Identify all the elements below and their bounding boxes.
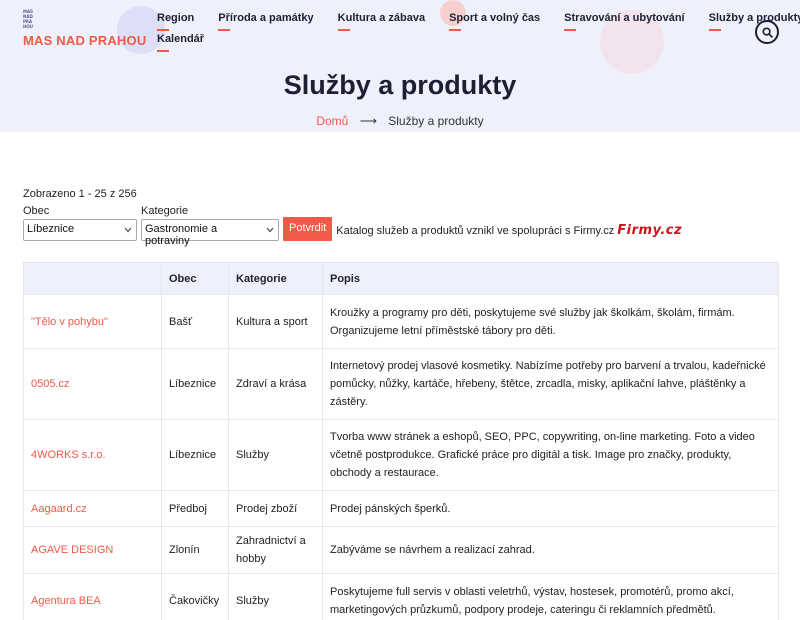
nav-item-region[interactable]: Region bbox=[157, 12, 194, 31]
filter-kategorie: Kategorie Gastronomie a potraviny bbox=[141, 205, 279, 247]
cell-kategorie: Zdraví a krása bbox=[228, 348, 323, 420]
header-obec: Obec bbox=[161, 262, 229, 295]
site-logo[interactable]: MAS NAD PRA HOU MAS NAD PRAHOU bbox=[23, 9, 147, 49]
header-popis: Popis bbox=[322, 262, 779, 295]
table-header-row: Obec Kategorie Popis bbox=[23, 262, 779, 295]
company-link[interactable]: Aagaard.cz bbox=[23, 490, 162, 527]
nav-item-sport[interactable]: Sport a volný čas bbox=[449, 12, 540, 31]
chevron-down-icon bbox=[124, 227, 132, 233]
results-table-wrapper: Obec Kategorie Popis "Tělo v pohybu" Baš… bbox=[23, 262, 779, 620]
nav-item-kalendar[interactable]: Kalendář bbox=[157, 33, 204, 52]
cell-kategorie: Zahradnictví a hobby bbox=[228, 526, 323, 574]
chevron-down-icon bbox=[266, 227, 274, 233]
cell-kategorie: Kultura a sport bbox=[228, 294, 323, 349]
search-button[interactable] bbox=[755, 20, 779, 44]
company-link[interactable]: "Tělo v pohybu" bbox=[23, 294, 162, 349]
filter-kategorie-label: Kategorie bbox=[141, 205, 189, 217]
obec-select[interactable]: Líbeznice bbox=[23, 219, 137, 241]
cell-obec: Líbeznice bbox=[161, 419, 229, 491]
cell-popis: Kroužky a programy pro děti, poskytujeme… bbox=[322, 294, 779, 349]
breadcrumb-arrow-icon: ⟶ bbox=[359, 114, 377, 128]
table-row: 0505.cz Líbeznice Zdraví a krása Interne… bbox=[23, 348, 779, 420]
cell-kategorie: Prodej zboží bbox=[228, 490, 323, 527]
company-link[interactable]: 4WORKS s.r.o. bbox=[23, 419, 162, 491]
page-hero: MAS NAD PRA HOU MAS NAD PRAHOU Region Př… bbox=[0, 0, 800, 132]
cell-kategorie: Služby bbox=[228, 573, 323, 620]
table-row: 4WORKS s.r.o. Líbeznice Služby Tvorba ww… bbox=[23, 419, 779, 491]
company-link[interactable]: AGAVE DESIGN bbox=[23, 526, 162, 574]
table-row: Aagaard.cz Předboj Prodej zboží Prodej p… bbox=[23, 490, 779, 527]
nav-item-sluzby[interactable]: Služby a produkty bbox=[708, 12, 800, 31]
logo-mark-icon: MAS NAD PRA HOU bbox=[23, 9, 33, 29]
cell-popis: Poskytujeme full servis v oblasti veletr… bbox=[322, 573, 779, 620]
table-row: "Tělo v pohybu" Bašť Kultura a sport Kro… bbox=[23, 294, 779, 349]
cell-obec: Zlonín bbox=[161, 526, 229, 574]
header-name bbox=[23, 262, 162, 295]
company-link[interactable]: Agentura BEA bbox=[23, 573, 162, 620]
cell-obec: Předboj bbox=[161, 490, 229, 527]
firmy-logo[interactable]: Firmy.cz bbox=[617, 223, 682, 241]
filter-obec-label: Obec bbox=[23, 205, 50, 217]
cell-popis: Internetový prodej vlasové kosmetiky. Na… bbox=[322, 348, 779, 420]
kategorie-select[interactable]: Gastronomie a potraviny bbox=[141, 219, 279, 247]
results-table: Obec Kategorie Popis "Tělo v pohybu" Baš… bbox=[23, 262, 779, 620]
cell-kategorie: Služby bbox=[228, 419, 323, 491]
kategorie-select-value: Gastronomie a potraviny bbox=[145, 223, 218, 247]
cell-obec: Čakovičky bbox=[161, 573, 229, 620]
cell-obec: Bašť bbox=[161, 294, 229, 349]
obec-select-value: Líbeznice bbox=[27, 223, 75, 235]
filter-obec: Obec Líbeznice bbox=[23, 205, 137, 241]
catalog-note: Katalog služeb a produktů vznikl ve spol… bbox=[336, 225, 615, 237]
cell-popis: Tvorba www stránek a eshopů, SEO, PPC, c… bbox=[322, 419, 779, 491]
header-kategorie: Kategorie bbox=[228, 262, 323, 295]
nav-item-stravovani[interactable]: Stravování a ubytování bbox=[564, 12, 685, 31]
cell-popis: Prodej pánských šperků. bbox=[322, 490, 779, 527]
logo-text: MAS NAD PRAHOU bbox=[23, 33, 147, 48]
table-row: AGAVE DESIGN Zlonín Zahradnictví a hobby… bbox=[23, 526, 779, 574]
page-title: Služby a produkty bbox=[283, 70, 517, 100]
breadcrumb-home-link[interactable]: Domů bbox=[316, 114, 348, 128]
cell-popis: Zabýváme se návrhem a realizací zahrad. bbox=[322, 526, 779, 574]
filter-form: Obec Líbeznice Kategorie Gastronomie a p… bbox=[23, 205, 682, 247]
table-row: Agentura BEA Čakovičky Služby Poskytujem… bbox=[23, 573, 779, 620]
nav-item-priroda[interactable]: Příroda a památky bbox=[218, 12, 314, 31]
breadcrumb: Domů ⟶ Služby a produkty bbox=[0, 114, 800, 128]
main-nav: Region Příroda a památky Kultura a zábav… bbox=[157, 12, 800, 52]
breadcrumb-current: Služby a produkty bbox=[388, 114, 484, 128]
submit-button[interactable]: Potvrdit bbox=[283, 217, 333, 241]
nav-item-kultura[interactable]: Kultura a zábava bbox=[337, 12, 425, 31]
results-count: Zobrazeno 1 - 25 z 256 bbox=[23, 188, 137, 200]
search-icon bbox=[761, 26, 773, 38]
cell-obec: Líbeznice bbox=[161, 348, 229, 420]
company-link[interactable]: 0505.cz bbox=[23, 348, 162, 420]
